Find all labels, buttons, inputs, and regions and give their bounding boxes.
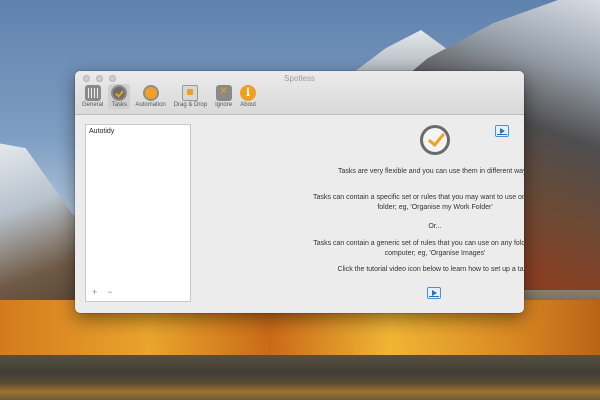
tutorial-video-icon[interactable] <box>427 287 441 299</box>
tab-ignore-label: Ignore <box>215 102 233 108</box>
list-controls: + − <box>92 287 113 297</box>
list-item[interactable]: Autotidy <box>86 125 190 138</box>
tasks-help-panel: Tasks are very flexible and you can use … <box>195 115 524 313</box>
window-titlebar: Spotless General Tasks Automation Drag &… <box>75 71 524 115</box>
tutorial-instructions-text: Click the tutorial video icon below to l… <box>337 266 524 273</box>
tab-drag-drop-label: Drag & Drop <box>173 102 208 108</box>
checkmark-icon <box>420 125 450 155</box>
tab-drag-drop[interactable]: Drag & Drop <box>171 84 210 109</box>
option-generic-text: Tasks can contain a generic set of rules… <box>313 240 524 257</box>
tab-tasks[interactable]: Tasks <box>108 84 131 109</box>
drag-drop-icon <box>182 85 199 101</box>
tab-tasks-label: Tasks <box>111 102 128 108</box>
tab-about-label: About <box>240 102 256 108</box>
tutorial-video-icon[interactable] <box>495 125 509 137</box>
about-icon <box>240 85 257 101</box>
preferences-toolbar: General Tasks Automation Drag & Drop Ign… <box>79 84 259 109</box>
window-title: Spotless <box>284 74 315 83</box>
tab-ignore[interactable]: Ignore <box>212 84 235 109</box>
add-task-button[interactable]: + <box>92 287 97 297</box>
tab-general[interactable]: General <box>79 84 106 109</box>
intro-text: Tasks are very flexible and you can use … <box>337 168 524 175</box>
general-icon <box>84 85 101 101</box>
ignore-icon <box>215 85 232 101</box>
tasks-icon <box>111 85 128 101</box>
tab-about[interactable]: About <box>237 84 259 109</box>
option-specific-text: Tasks can contain a specific set or rule… <box>313 194 524 211</box>
tab-general-label: General <box>82 102 104 108</box>
tab-automation-label: Automation <box>135 102 166 108</box>
remove-task-button[interactable]: − <box>107 287 112 297</box>
tab-automation[interactable]: Automation <box>132 84 168 109</box>
spotless-preferences-window: Spotless General Tasks Automation Drag &… <box>75 71 524 313</box>
automation-icon <box>142 85 159 101</box>
tasks-list[interactable]: Autotidy + − <box>85 124 191 302</box>
or-text: Or... <box>428 223 442 230</box>
